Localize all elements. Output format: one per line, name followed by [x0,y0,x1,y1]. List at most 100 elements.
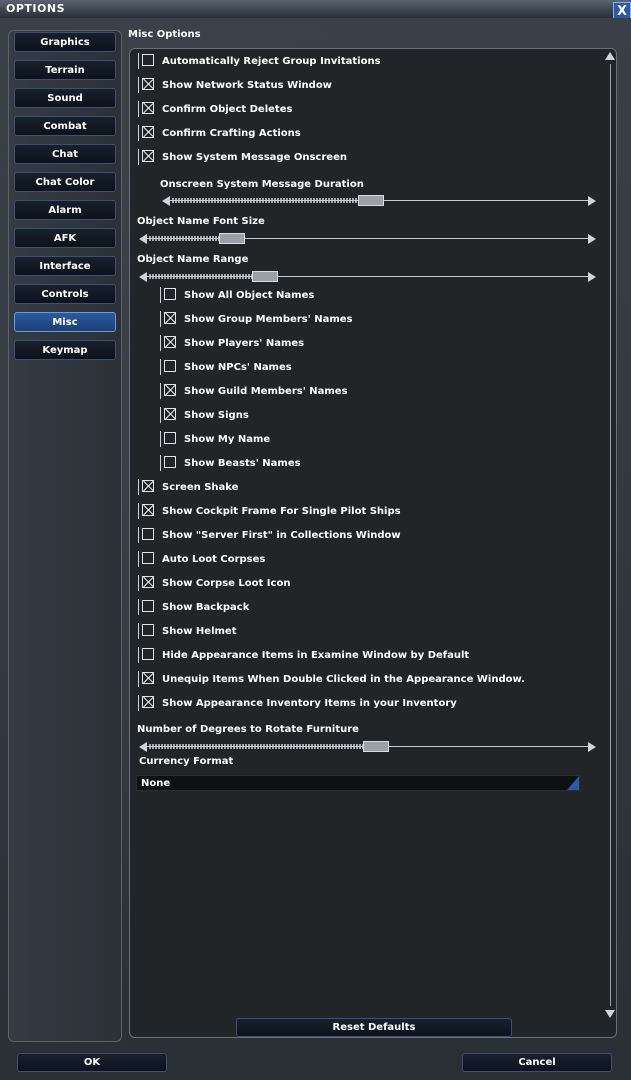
checkbox[interactable] [164,360,176,372]
option-label: Show Cockpit Frame For Single Pilot Ship… [162,505,401,517]
checkbox[interactable] [164,384,176,396]
checkbox[interactable] [142,648,154,660]
checkbox[interactable] [164,456,176,468]
options-scrollbar[interactable] [604,52,616,1018]
window-title: OPTIONS [6,2,65,15]
slider-left-arrow[interactable] [139,742,147,752]
option-auto-reject-group[interactable]: Automatically Reject Group Invitations [138,53,381,69]
option-guild-members-names[interactable]: Show Guild Members' Names [160,383,348,399]
option-npcs-names[interactable]: Show NPCs' Names [160,359,292,375]
slider-thumb[interactable] [219,233,245,244]
slider-right-arrow[interactable] [588,272,596,282]
option-label: Automatically Reject Group Invitations [162,55,381,67]
option-cockpit-frame[interactable]: Show Cockpit Frame For Single Pilot Ship… [138,503,401,519]
checkbox[interactable] [164,312,176,324]
option-system-message[interactable]: Show System Message Onscreen [138,149,347,165]
option-label: Show "Server First" in Collections Windo… [162,529,401,541]
sidebar-item-alarm[interactable]: Alarm [14,200,116,220]
system-message-duration-slider[interactable] [162,195,596,207]
checkbox[interactable] [164,408,176,420]
checkbox[interactable] [164,336,176,348]
sidebar-item-afk[interactable]: AFK [14,228,116,248]
slider-thumb[interactable] [252,271,278,282]
option-label: Unequip Items When Double Clicked in the… [162,673,525,685]
option-corpse-loot-icon[interactable]: Show Corpse Loot Icon [138,575,290,591]
option-label: Screen Shake [162,481,239,493]
currency-format-label: Currency Format [139,756,234,767]
option-beasts-names[interactable]: Show Beasts' Names [160,455,301,471]
checkbox[interactable] [142,672,154,684]
slider-left-arrow[interactable] [162,196,170,206]
dropdown-arrow-icon[interactable] [567,776,579,790]
checkbox[interactable] [142,504,154,516]
reset-defaults-button[interactable]: Reset Defaults [236,1018,512,1037]
checkbox[interactable] [142,624,154,636]
checkbox[interactable] [142,696,154,708]
checkbox[interactable] [164,288,176,300]
option-label: Show All Object Names [184,289,315,301]
option-unequip-double-click[interactable]: Unequip Items When Double Clicked in the… [138,671,525,687]
checkbox[interactable] [142,78,154,90]
sidebar-item-keymap[interactable]: Keymap [14,340,116,360]
option-group-members-names[interactable]: Show Group Members' Names [160,311,352,327]
option-my-name[interactable]: Show My Name [160,431,270,447]
slider-right-arrow[interactable] [588,234,596,244]
sidebar-item-chat-color[interactable]: Chat Color [14,172,116,192]
object-name-font-size-slider[interactable] [139,233,596,245]
sidebar-item-chat[interactable]: Chat [14,144,116,164]
option-label: Show Players' Names [184,337,305,349]
sidebar-item-misc[interactable]: Misc [14,312,116,332]
rotate-furniture-slider[interactable] [139,741,596,753]
checkbox[interactable] [142,54,154,66]
option-confirm-crafting[interactable]: Confirm Crafting Actions [138,125,301,141]
slider-right-arrow[interactable] [588,742,596,752]
option-players-names[interactable]: Show Players' Names [160,335,304,351]
currency-format-dropdown[interactable]: None [136,775,580,791]
option-hide-appearance[interactable]: Hide Appearance Items in Examine Window … [138,647,469,663]
sidebar-item-combat[interactable]: Combat [14,116,116,136]
scroll-down-arrow-icon[interactable] [605,1010,615,1018]
slider-right-arrow[interactable] [588,196,596,206]
checkbox[interactable] [142,552,154,564]
slider-left-arrow[interactable] [139,234,147,244]
sidebar-item-sound[interactable]: Sound [14,88,116,108]
rotate-furniture-label: Number of Degrees to Rotate Furniture [137,724,359,735]
checkbox[interactable] [142,600,154,612]
checkbox[interactable] [142,102,154,114]
currency-format-value: None [141,778,171,789]
option-confirm-deletes[interactable]: Confirm Object Deletes [138,101,292,117]
option-label: Show NPCs' Names [184,361,292,373]
option-label: Show Group Members' Names [184,313,353,325]
checkbox[interactable] [142,528,154,540]
scroll-up-arrow-icon[interactable] [605,52,615,60]
checkbox[interactable] [142,576,154,588]
cancel-button[interactable]: Cancel [462,1053,612,1072]
checkbox[interactable] [164,432,176,444]
checkbox[interactable] [142,126,154,138]
sidebar-item-interface[interactable]: Interface [14,256,116,276]
slider-thumb[interactable] [358,195,384,206]
section-title: Misc Options [128,29,201,40]
option-backpack[interactable]: Show Backpack [138,599,249,615]
slider-left-arrow[interactable] [139,272,147,282]
checkbox[interactable] [142,150,154,162]
option-label: Show Helmet [162,625,237,637]
object-name-range-label: Object Name Range [137,254,249,265]
option-network-status[interactable]: Show Network Status Window [138,77,332,93]
sidebar-item-graphics[interactable]: Graphics [14,32,116,52]
checkbox[interactable] [142,480,154,492]
option-label: Show Backpack [162,601,250,613]
option-signs[interactable]: Show Signs [160,407,249,423]
slider-thumb[interactable] [363,741,389,752]
object-name-range-slider[interactable] [139,271,596,283]
sidebar-item-terrain[interactable]: Terrain [14,60,116,80]
option-auto-loot[interactable]: Auto Loot Corpses [138,551,265,567]
option-appearance-inventory[interactable]: Show Appearance Inventory Items in your … [138,695,457,711]
option-server-first[interactable]: Show "Server First" in Collections Windo… [138,527,401,543]
option-label: Show My Name [184,433,271,445]
option-all-object-names[interactable]: Show All Object Names [160,287,314,303]
option-helmet[interactable]: Show Helmet [138,623,236,639]
sidebar-item-controls[interactable]: Controls [14,284,116,304]
option-screen-shake[interactable]: Screen Shake [138,479,238,495]
ok-button[interactable]: OK [17,1053,167,1072]
